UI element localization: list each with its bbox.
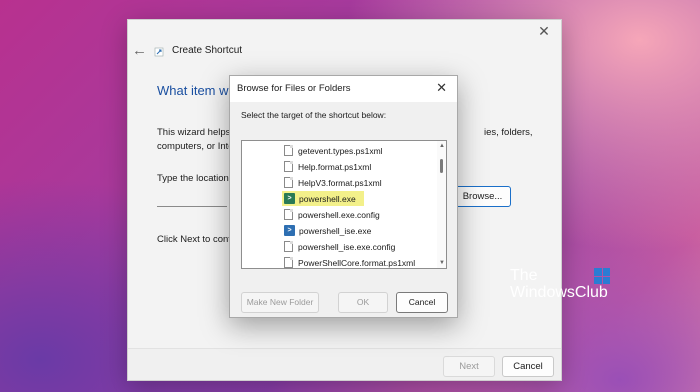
click-next-label: Click Next to cont [157,234,231,245]
file-tree[interactable]: getevent.types.ps1xml Help.format.ps1xml… [241,140,447,269]
wizard-footer [128,348,561,380]
list-item[interactable]: powershell.exe.config [284,207,380,222]
dialog-instruction: Select the target of the shortcut below: [241,110,387,120]
scroll-up-icon[interactable]: ▲ [439,143,445,149]
item-label: powershell_ise.exe [299,225,372,236]
list-item-selected[interactable]: > powershell.exe [282,191,364,206]
item-label: getevent.types.ps1xml [298,145,383,156]
description-line-1-end: ies, folders, [484,127,533,138]
list-item[interactable]: getevent.types.ps1xml [284,143,383,158]
close-icon[interactable]: ✕ [436,80,447,96]
item-label: Help.format.ps1xml [298,161,372,172]
cancel-button[interactable]: Cancel [502,356,554,377]
file-icon [284,257,293,268]
list-item[interactable]: Help.format.ps1xml [284,159,371,174]
scroll-down-icon[interactable]: ▼ [439,260,445,266]
list-item[interactable]: PowerShellCore.format.ps1xml [284,255,416,268]
watermark: The WindowsClub [510,267,610,301]
location-label: Type the location [157,173,229,184]
windows-logo-icon [594,268,610,284]
make-new-folder-button[interactable]: Make New Folder [241,292,319,313]
window-title: Create Shortcut [172,45,243,56]
item-label: PowerShellCore.format.ps1xml [298,257,416,268]
location-input[interactable] [157,188,227,207]
close-icon[interactable]: ✕ [535,22,553,40]
file-icon [284,161,293,172]
list-item[interactable]: > powershell_ise.exe [284,223,371,238]
browse-dialog: Browse for Files or Folders ✕ Select the… [229,75,458,318]
powershell-ise-icon: > [284,225,295,236]
file-icon [284,145,293,156]
powershell-icon: > [284,193,295,204]
browse-button[interactable]: Browse... [454,186,511,207]
item-label: HelpV3.format.ps1xml [298,177,382,188]
file-icon [284,209,293,220]
file-icon [284,177,293,188]
watermark-line-2: WindowsClub [510,284,608,301]
page-heading: What item wo [157,83,236,98]
item-label: powershell.exe [299,193,356,204]
list-item[interactable]: HelpV3.format.ps1xml [284,175,382,190]
dialog-title: Browse for Files or Folders [237,83,351,94]
vertical-scrollbar[interactable]: ▲ ▼ [437,141,446,268]
shortcut-icon [154,47,164,57]
ok-button[interactable]: OK [338,292,388,313]
back-arrow-icon[interactable]: ← [132,42,147,59]
file-icon [284,241,293,252]
scroll-thumb[interactable] [440,159,443,173]
item-label: powershell_ise.exe.config [298,241,396,252]
list-item[interactable]: powershell_ise.exe.config [284,239,395,254]
cancel-button[interactable]: Cancel [396,292,448,313]
item-label: powershell.exe.config [298,209,380,220]
next-button[interactable]: Next [443,356,495,377]
